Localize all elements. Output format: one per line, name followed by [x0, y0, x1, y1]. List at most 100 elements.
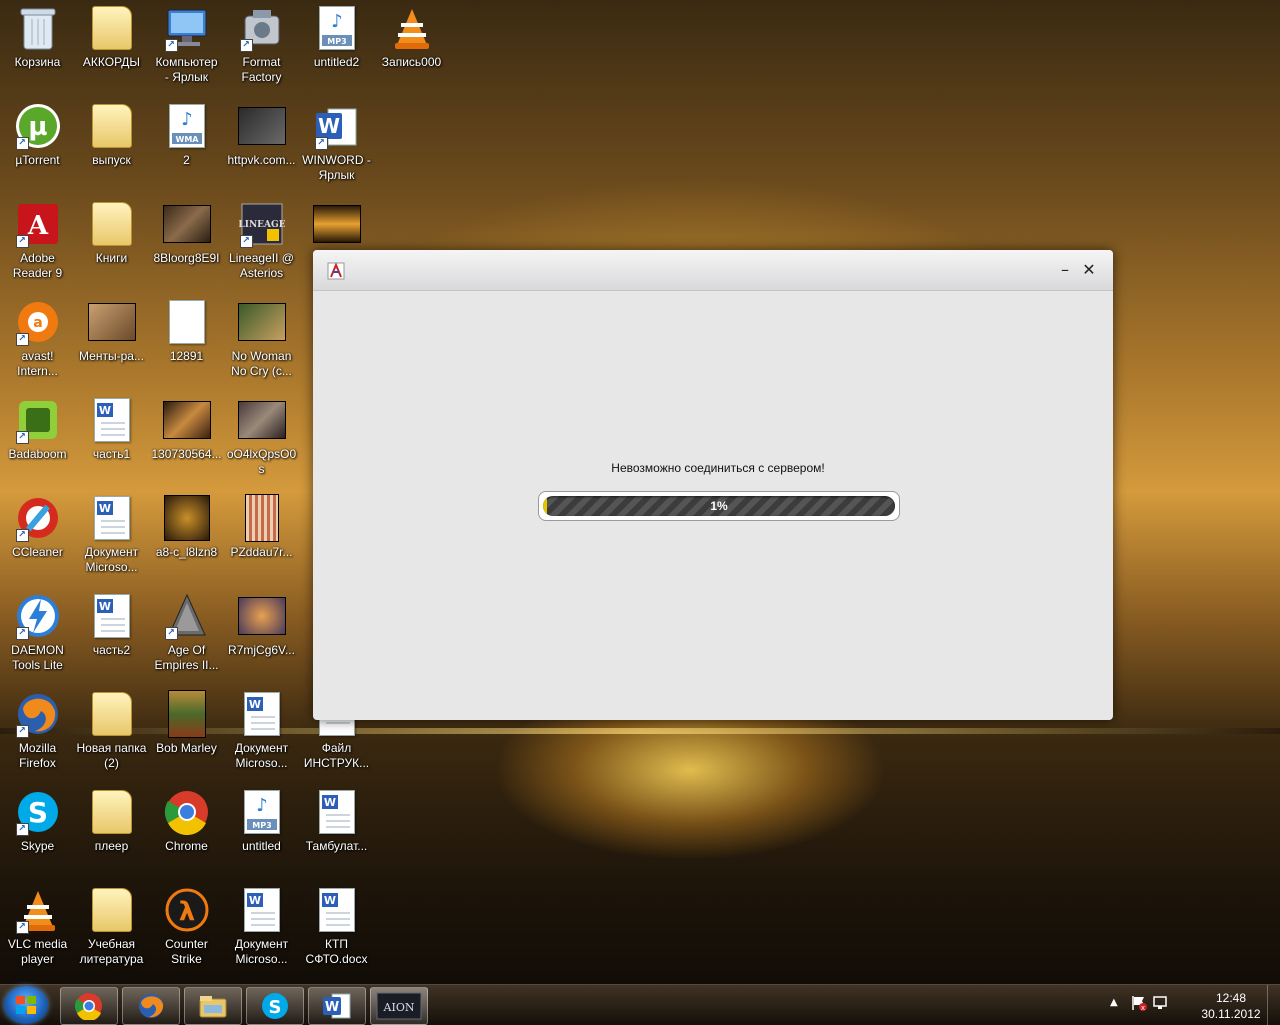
- error-message: Невозможно соединиться с сервером!: [611, 461, 825, 475]
- image-thumbnail-icon: [238, 494, 286, 542]
- image-thumbnail-icon: [163, 690, 211, 738]
- desktop-icon-document-3[interactable]: W Документ Microso...: [224, 886, 299, 982]
- image-thumbnail-icon: [237, 592, 286, 640]
- desktop-icon-no-woman[interactable]: No Woman No Cry (c...: [224, 298, 299, 394]
- taskbar-explorer-button[interactable]: [184, 987, 242, 1025]
- folder-icon: [88, 200, 136, 248]
- show-hidden-icons-arrow-icon[interactable]: ▲: [1110, 997, 1118, 1008]
- desktop-icon-chast2[interactable]: W часть2: [74, 592, 149, 688]
- icon-label: Книги: [95, 251, 128, 265]
- taskbar-firefox-button[interactable]: [122, 987, 180, 1025]
- svg-text:S: S: [269, 997, 282, 1018]
- icon-label: httpvk.com...: [227, 153, 296, 167]
- icon-label: avast! Intern...: [17, 349, 58, 378]
- show-desktop-button[interactable]: [1267, 985, 1280, 1025]
- desktop-icon-lineage[interactable]: LINEAGE ↗ LineageII @ Asterios: [224, 200, 299, 296]
- desktop-icon-httpvk[interactable]: httpvk.com...: [224, 102, 299, 198]
- firefox-icon: ↗: [14, 690, 62, 738]
- icon-label: Учебная литература: [79, 937, 144, 966]
- progress-track: 1%: [543, 496, 895, 516]
- system-tray: ▲ x 12:48 30.11.2012: [1110, 985, 1280, 1025]
- desktop-icon-a8c[interactable]: a8-c_l8lzn8: [149, 494, 224, 590]
- start-button[interactable]: [4, 986, 48, 1024]
- word-document-icon: W: [238, 886, 286, 934]
- shortcut-arrow-icon: ↗: [15, 235, 29, 248]
- folder-icon: [88, 886, 136, 934]
- desktop-icon-avast[interactable]: a ↗ avast! Intern...: [0, 298, 75, 394]
- desktop-icon-chrome[interactable]: Chrome: [149, 788, 224, 884]
- svg-text:W: W: [325, 1000, 339, 1015]
- desktop-icon-counter-strike[interactable]: λ Counter Strike: [149, 886, 224, 982]
- shortcut-arrow-icon: ↗: [15, 529, 29, 542]
- icon-label: Adobe Reader 9: [12, 251, 63, 280]
- folder-icon: [88, 102, 136, 150]
- desktop-icon-daemon-tools[interactable]: ↗ DAEMON Tools Lite: [0, 592, 75, 688]
- dialog-titlebar[interactable]: – ✕: [313, 250, 1113, 291]
- badaboom-icon: ↗: [14, 396, 62, 444]
- desktop-icon-format-factory[interactable]: ↗ Format Factory: [224, 4, 299, 100]
- desktop-icon-oo4lx[interactable]: oO4lxQpsO0s: [224, 396, 299, 492]
- desktop-icon-bob-marley[interactable]: Bob Marley: [149, 690, 224, 786]
- clock-time: 12:48: [1215, 991, 1247, 1005]
- svg-text:♪: ♪: [256, 795, 268, 816]
- icon-label: No Woman No Cry (c...: [231, 349, 292, 378]
- desktop-icon-chast1[interactable]: W часть1: [74, 396, 149, 492]
- taskbar-chrome-button[interactable]: [60, 987, 118, 1025]
- svg-text:LINEAGE: LINEAGE: [239, 220, 285, 230]
- image-thumbnail-icon: [237, 396, 286, 444]
- desktop-icon-untitled[interactable]: ♪ MP3 untitled: [224, 788, 299, 884]
- desktop-icon-130730564[interactable]: 130730564...: [149, 396, 224, 492]
- icon-label: µTorrent: [15, 153, 60, 167]
- desktop-icon-badaboom[interactable]: ↗ Badaboom: [0, 396, 75, 492]
- shortcut-arrow-icon: ↗: [239, 39, 253, 52]
- desktop-icon-ccleaner[interactable]: ↗ CCleaner: [0, 494, 75, 590]
- adobe-reader-icon: A ↗: [14, 200, 62, 248]
- desktop-icon-ktp[interactable]: W КТП СФТО.docx: [299, 886, 374, 982]
- icon-label: VLC media player: [7, 937, 68, 966]
- desktop-icon-akkordy[interactable]: АККОРДЫ: [74, 4, 149, 100]
- desktop-icon-menty[interactable]: Менты-ра...: [74, 298, 149, 394]
- desktop-icon-computer[interactable]: ↗ Компьютер - Ярлык: [149, 4, 224, 100]
- desktop-icon-tambulat[interactable]: W Тамбулат...: [299, 788, 374, 884]
- desktop-icon-adobe-reader[interactable]: A ↗ Adobe Reader 9: [0, 200, 75, 296]
- network-icon[interactable]: [1152, 994, 1170, 1016]
- desktop-icon-winword[interactable]: W ↗ WINWORD - Ярлык: [299, 102, 374, 198]
- desktop-icon-uchebnaya[interactable]: Учебная литература: [74, 886, 149, 982]
- taskbar-word-button[interactable]: W: [308, 987, 366, 1025]
- icon-label: untitled: [242, 839, 281, 853]
- desktop-icon-12891[interactable]: 12891: [149, 298, 224, 394]
- desktop-icon-pzddau[interactable]: PZddau7r...: [224, 494, 299, 590]
- desktop-icon-skype[interactable]: S ↗ Skype: [0, 788, 75, 884]
- desktop-icon-utorrent[interactable]: µ ↗ µTorrent: [0, 102, 75, 198]
- chrome-icon: [75, 993, 102, 1020]
- close-button[interactable]: ✕: [1079, 260, 1099, 280]
- desktop-icon-firefox[interactable]: ↗ Mozilla Firefox: [0, 690, 75, 786]
- clock[interactable]: 12:48 30.11.2012: [1196, 990, 1266, 1022]
- desktop-icon-document-1[interactable]: W Документ Microso...: [74, 494, 149, 590]
- desktop-icon-zapis000[interactable]: Запись000: [374, 4, 449, 100]
- desktop-icon-vypusk[interactable]: выпуск: [74, 102, 149, 198]
- desktop-icon-document-2[interactable]: W Документ Microso...: [224, 690, 299, 786]
- launcher-dialog: – ✕ Невозможно соединиться с сервером! 1…: [313, 250, 1113, 720]
- desktop-icon-8bloorg[interactable]: 8Bloorg8E9I: [149, 200, 224, 296]
- icon-label: 12891: [169, 349, 204, 363]
- icon-label: PZddau7r...: [230, 545, 293, 559]
- action-center-flag-icon[interactable]: x: [1130, 994, 1148, 1016]
- ccleaner-icon: ↗: [14, 494, 62, 542]
- svg-text:W: W: [317, 114, 339, 138]
- minimize-button[interactable]: –: [1055, 260, 1075, 280]
- desktop-icon-pleer[interactable]: плеер: [74, 788, 149, 884]
- word-icon: W: [323, 993, 351, 1019]
- desktop-icon-wma-2[interactable]: ♪ WMA 2: [149, 102, 224, 198]
- desktop-icon-vlc[interactable]: ↗ VLC media player: [0, 886, 75, 982]
- taskbar-skype-button[interactable]: S: [246, 987, 304, 1025]
- desktop-icon-untitled2[interactable]: ♪ MP3 untitled2: [299, 4, 374, 100]
- desktop-icon-recycle-bin[interactable]: Корзина: [0, 4, 75, 100]
- shortcut-arrow-icon: ↗: [15, 823, 29, 836]
- desktop-icon-age-of-empires[interactable]: ↗ Age Of Empires II...: [149, 592, 224, 688]
- desktop-icon-new-folder-2[interactable]: Новая папка (2): [74, 690, 149, 786]
- taskbar-aion-button[interactable]: AION: [370, 987, 428, 1025]
- desktop-icon-knigi[interactable]: Книги: [74, 200, 149, 296]
- daemon-tools-icon: ↗: [14, 592, 62, 640]
- desktop-icon-r7mj[interactable]: R7mjCg6V...: [224, 592, 299, 688]
